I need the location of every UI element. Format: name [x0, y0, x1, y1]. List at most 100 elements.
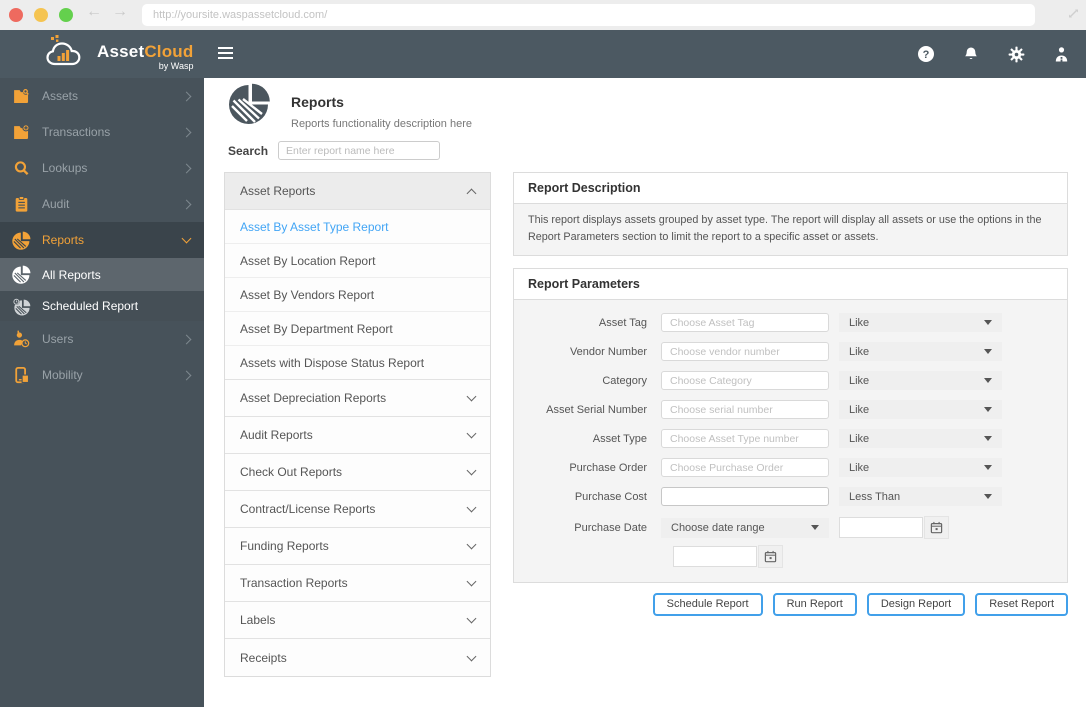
date-from-input[interactable]	[839, 517, 923, 539]
asset-tag-operator-select[interactable]: Like	[839, 313, 1002, 333]
chevron-down-icon	[466, 539, 477, 550]
window-zoom-button[interactable]	[59, 8, 73, 22]
sidebar-item-all-reports[interactable]: All Reports	[0, 258, 204, 291]
caret-down-icon	[984, 378, 992, 384]
pie-chart-icon	[12, 265, 31, 284]
run-report-button[interactable]: Run Report	[772, 593, 857, 617]
report-item[interactable]: Assets with Dispose Status Report	[225, 346, 490, 380]
design-report-button[interactable]: Design Report	[866, 593, 966, 617]
account-user-icon[interactable]	[1052, 45, 1070, 63]
schedule-report-button[interactable]: Schedule Report	[652, 593, 763, 617]
param-row-asset-type: Asset Type Like	[514, 429, 1067, 449]
sidebar-nav: Assets Transactions Lookups Audit Report…	[0, 78, 204, 707]
asset-type-input[interactable]	[661, 429, 829, 449]
chevron-down-icon	[466, 391, 477, 402]
brand-tagline: by Wasp	[158, 61, 194, 71]
search-label: Search	[228, 143, 269, 158]
window-close-button[interactable]	[9, 8, 23, 22]
caret-down-icon	[984, 465, 992, 471]
search-row: Search	[228, 141, 1086, 160]
asset-tag-input[interactable]	[661, 313, 829, 333]
browser-back-button[interactable]: ←	[86, 3, 102, 21]
report-item[interactable]: Asset By Location Report	[225, 244, 490, 278]
chevron-down-icon	[466, 576, 477, 587]
sidebar-item-label: Reports	[42, 233, 85, 247]
caret-down-icon	[984, 436, 992, 442]
report-group-contract-license-reports[interactable]: Contract/License Reports	[225, 491, 490, 528]
chevron-right-icon	[181, 91, 192, 101]
report-item[interactable]: Asset By Department Report	[225, 312, 490, 346]
purchase-order-input[interactable]	[661, 458, 829, 478]
sidebar-item-lookups[interactable]: Lookups	[0, 150, 204, 186]
asset-serial-operator-select[interactable]: Like	[839, 400, 1002, 420]
search-input[interactable]	[278, 141, 440, 160]
asset-serial-number-input[interactable]	[661, 400, 829, 420]
window-minimize-button[interactable]	[34, 8, 48, 22]
sidebar-item-label: All Reports	[42, 267, 101, 282]
report-group-check-out-reports[interactable]: Check Out Reports	[225, 454, 490, 491]
chevron-right-icon	[181, 370, 192, 380]
caret-down-icon	[984, 494, 992, 500]
report-group-funding-reports[interactable]: Funding Reports	[225, 528, 490, 565]
reset-report-button[interactable]: Reset Report	[975, 593, 1068, 617]
chevron-right-icon	[181, 127, 192, 137]
category-input[interactable]	[661, 371, 829, 391]
browser-forward-button[interactable]: →	[112, 3, 128, 21]
calendar-icon-to[interactable]	[758, 545, 783, 569]
assetcloud-logo: AssetCloud by Wasp	[42, 33, 193, 73]
hamburger-menu-icon[interactable]	[218, 47, 233, 61]
report-parameters-title: Report Parameters	[514, 269, 1067, 300]
sidebar-item-label: Assets	[42, 89, 79, 103]
settings-gear-icon[interactable]	[1007, 45, 1025, 63]
svg-text:?: ?	[923, 49, 930, 61]
report-item[interactable]: Asset By Asset Type Report	[225, 210, 490, 244]
purchase-cost-input[interactable]	[661, 487, 829, 507]
date-to-input[interactable]	[673, 546, 757, 568]
report-description-body: This report displays assets grouped by a…	[514, 203, 1067, 256]
report-list: Asset Reports Asset By Asset Type Report…	[224, 172, 491, 677]
sidebar-item-label: Mobility	[42, 368, 83, 382]
sidebar-item-transactions[interactable]: Transactions	[0, 114, 204, 150]
page-header: Reports Reports functionality descriptio…	[228, 82, 1086, 130]
help-icon[interactable]: ?	[917, 45, 935, 63]
notifications-bell-icon[interactable]	[962, 45, 980, 63]
chevron-down-icon	[466, 651, 477, 661]
report-item[interactable]: Asset By Vendors Report	[225, 278, 490, 312]
chevron-down-icon	[466, 465, 477, 476]
magnifier-icon	[12, 159, 31, 178]
mobile-device-icon	[12, 366, 31, 385]
category-operator-select[interactable]: Like	[839, 371, 1002, 391]
param-row-purchase-order: Purchase Order Like	[514, 458, 1067, 478]
vendor-number-input[interactable]	[661, 342, 829, 362]
sidebar-item-reports[interactable]: Reports	[0, 222, 204, 258]
sidebar-item-label: Scheduled Report	[42, 299, 139, 313]
report-group-asset-depreciation[interactable]: Asset Depreciation Reports	[225, 380, 490, 417]
report-group-audit-reports[interactable]: Audit Reports	[225, 417, 490, 454]
report-group-receipts[interactable]: Receipts	[225, 639, 490, 676]
chevron-right-icon	[181, 199, 192, 209]
sidebar-item-users[interactable]: Users	[0, 321, 204, 357]
purchase-cost-operator-select[interactable]: Less Than	[839, 487, 1002, 507]
param-row-vendor-number: Vendor Number Like	[514, 342, 1067, 362]
vendor-number-operator-select[interactable]: Like	[839, 342, 1002, 362]
expand-window-icon[interactable]	[1067, 7, 1080, 25]
report-group-asset-reports[interactable]: Asset Reports	[225, 173, 490, 210]
cloud-logo-icon	[46, 35, 81, 66]
asset-type-operator-select[interactable]: Like	[839, 429, 1002, 449]
chevron-down-icon	[466, 502, 477, 513]
purchase-order-operator-select[interactable]: Like	[839, 458, 1002, 478]
date-range-select[interactable]: Choose date range	[661, 517, 829, 538]
calendar-icon-from[interactable]	[924, 516, 949, 540]
pie-chart-clock-icon	[12, 297, 31, 316]
user-clock-icon	[12, 330, 31, 349]
sidebar-item-scheduled-report[interactable]: Scheduled Report	[0, 291, 204, 321]
url-bar[interactable]: http://yoursite.waspassetcloud.com/	[142, 4, 1035, 26]
sidebar-item-mobility[interactable]: Mobility	[0, 357, 204, 393]
caret-down-icon	[984, 320, 992, 326]
param-row-purchase-date: Purchase Date Choose date range	[514, 516, 1067, 540]
sidebar-item-assets[interactable]: Assets	[0, 78, 204, 114]
sidebar-item-audit[interactable]: Audit	[0, 186, 204, 222]
report-group-labels[interactable]: Labels	[225, 602, 490, 639]
report-group-transaction-reports[interactable]: Transaction Reports	[225, 565, 490, 602]
chevron-up-icon	[466, 188, 477, 198]
